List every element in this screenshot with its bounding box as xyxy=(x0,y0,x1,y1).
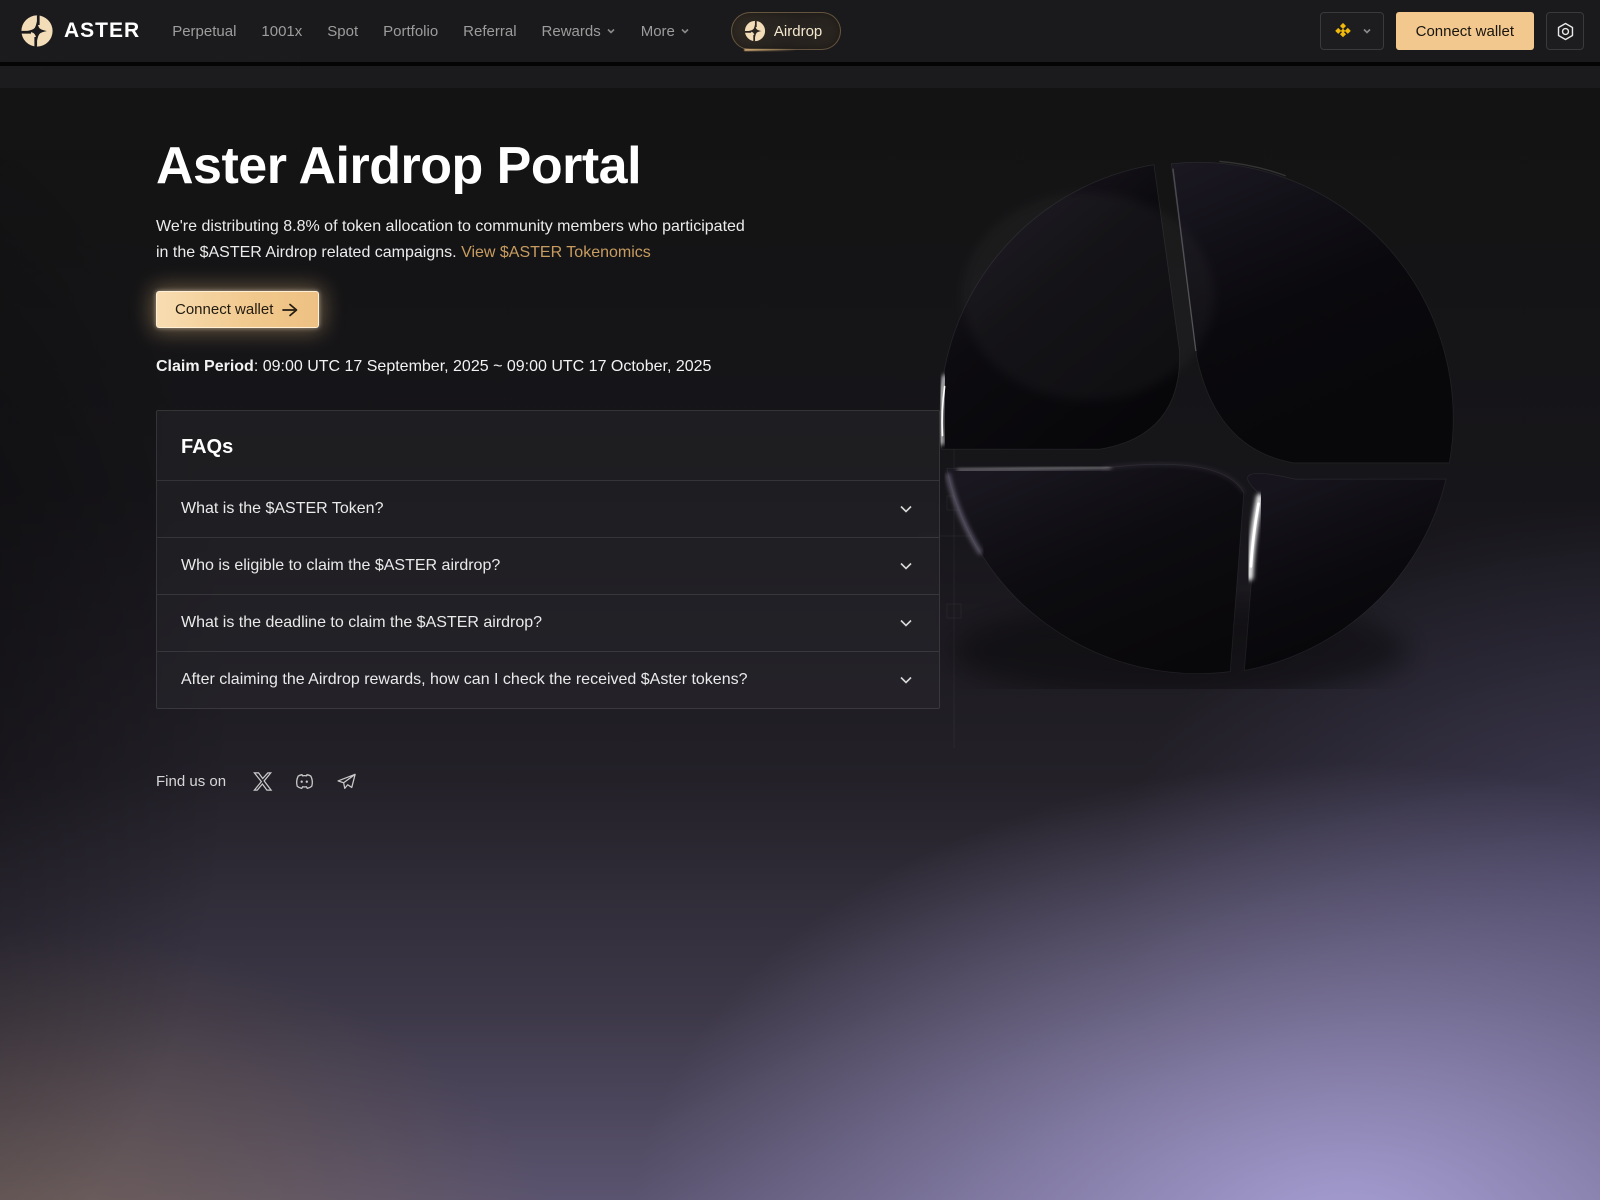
navbar-right: Connect wallet xyxy=(1320,12,1584,50)
discord-icon xyxy=(292,769,316,793)
connect-wallet-cta-label: Connect wallet xyxy=(175,301,273,318)
chevron-down-icon xyxy=(606,26,616,36)
faq-title: FAQs xyxy=(181,436,915,459)
aster-brand[interactable]: ASTER xyxy=(20,14,140,48)
faq-panel: FAQs What is the $ASTER Token? Who is el… xyxy=(156,410,940,709)
settings-gear-icon xyxy=(1555,21,1576,42)
arrow-right-icon xyxy=(282,303,300,317)
hero-section: Aster Airdrop Portal We're distributing … xyxy=(0,88,1600,1200)
nav-item-1001x[interactable]: 1001x xyxy=(261,23,302,40)
main-nav: Perpetual 1001x Spot Portfolio Referral … xyxy=(172,12,841,50)
nav-item-referral[interactable]: Referral xyxy=(463,23,516,40)
faq-row-who-is-eligible[interactable]: Who is eligible to claim the $ASTER aird… xyxy=(157,538,939,595)
airdrop-portal-page: ASTER Perpetual 1001x Spot Portfolio Ref… xyxy=(0,0,1600,1200)
claim-period-label: Claim Period xyxy=(156,358,254,375)
faq-row-what-is-aster[interactable]: What is the $ASTER Token? xyxy=(157,481,939,538)
connect-wallet-button[interactable]: Connect wallet xyxy=(1396,12,1534,50)
tokenomics-link[interactable]: View $ASTER Tokenomics xyxy=(461,244,651,261)
hero-content: Aster Airdrop Portal We're distributing … xyxy=(156,136,966,793)
telegram-icon xyxy=(335,770,358,793)
hero-description-text: We're distributing 8.8% of token allocat… xyxy=(156,218,745,261)
claim-period-value: : 09:00 UTC 17 September, 2025 ~ 09:00 U… xyxy=(254,358,712,375)
faq-header: FAQs xyxy=(157,411,939,481)
find-us-label: Find us on xyxy=(156,773,226,790)
telegram-link[interactable] xyxy=(334,769,358,793)
discord-link[interactable] xyxy=(292,769,316,793)
top-navbar: ASTER Perpetual 1001x Spot Portfolio Ref… xyxy=(0,0,1600,62)
aster-logo-icon xyxy=(20,14,54,48)
social-links: Find us on xyxy=(156,769,966,793)
page-title: Aster Airdrop Portal xyxy=(156,136,966,196)
hero-description: We're distributing 8.8% of token allocat… xyxy=(156,214,756,265)
chevron-down-icon xyxy=(1362,26,1372,36)
brand-name: ASTER xyxy=(64,19,140,43)
chevron-down-icon xyxy=(897,614,915,632)
bnb-chain-icon xyxy=(1332,20,1354,42)
sub-navbar-strip xyxy=(0,66,1600,88)
claim-period: Claim Period: 09:00 UTC 17 September, 20… xyxy=(156,358,966,376)
connect-wallet-cta-button[interactable]: Connect wallet xyxy=(156,291,319,328)
nav-item-more[interactable]: More xyxy=(641,23,690,40)
chevron-down-icon xyxy=(680,26,690,36)
nav-item-spot[interactable]: Spot xyxy=(327,23,358,40)
faq-row-check-tokens[interactable]: After claiming the Airdrop rewards, how … xyxy=(157,652,939,708)
settings-button[interactable] xyxy=(1546,12,1584,50)
chevron-down-icon xyxy=(897,671,915,689)
nav-item-airdrop-active[interactable]: Airdrop xyxy=(731,12,841,50)
chevron-down-icon xyxy=(897,557,915,575)
x-twitter-icon xyxy=(252,771,273,792)
aster-3d-logo xyxy=(925,144,1470,689)
nav-item-perpetual[interactable]: Perpetual xyxy=(172,23,236,40)
airdrop-tab-label: Airdrop xyxy=(774,23,822,40)
chevron-down-icon xyxy=(897,500,915,518)
x-twitter-link[interactable] xyxy=(250,769,274,793)
nav-item-rewards[interactable]: Rewards xyxy=(542,23,616,40)
aster-logo-icon xyxy=(744,20,766,42)
nav-item-portfolio[interactable]: Portfolio xyxy=(383,23,438,40)
network-selector-dropdown[interactable] xyxy=(1320,12,1384,50)
faq-row-deadline[interactable]: What is the deadline to claim the $ASTER… xyxy=(157,595,939,652)
